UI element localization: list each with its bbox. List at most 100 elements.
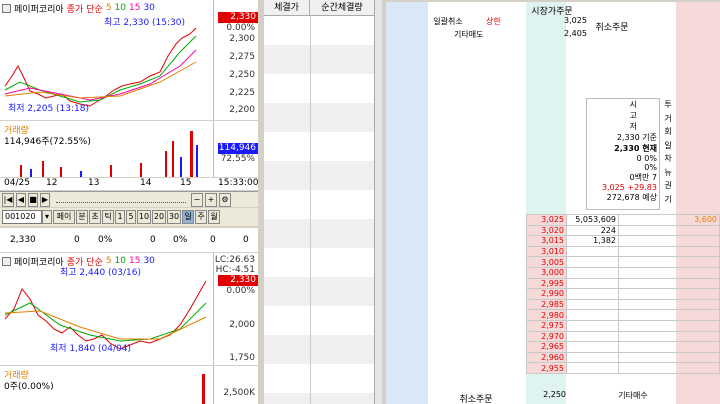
orderbook-panel: 시장가주문 일괄취소 상한 3,025 기타매도 2,405 취소주문 시 고 … bbox=[386, 2, 720, 404]
top-time-axis: 04/25 12 13 14 15 15:33:00 bbox=[0, 178, 258, 190]
top-chart-panel: 페이퍼코리아 종가 단순 5 10 15 30 최고 2,330 (15:30)… bbox=[0, 0, 258, 120]
side-tab[interactable]: 일 bbox=[662, 139, 674, 153]
trades-scrollbar[interactable] bbox=[374, 0, 382, 404]
ask-row[interactable]: 3,025 5,053,609 3,600 bbox=[526, 214, 720, 226]
side-tab[interactable]: 거 bbox=[662, 112, 674, 126]
ask-extra bbox=[618, 341, 720, 353]
stock-name: 페이퍼코리아 bbox=[14, 4, 64, 15]
period-button[interactable]: 페이 bbox=[53, 210, 75, 224]
ask-qty: 224 bbox=[566, 224, 619, 237]
ask-extra bbox=[618, 245, 720, 258]
other-buy-button[interactable]: 기타매수 bbox=[608, 390, 658, 401]
chart-menu-icon[interactable] bbox=[2, 3, 11, 13]
stock-name: 페이퍼코리아 bbox=[14, 257, 64, 268]
ask-price: 2,995 bbox=[526, 277, 567, 290]
period-button[interactable]: 주 bbox=[195, 210, 207, 224]
ask-qty bbox=[566, 319, 619, 332]
other-sell-button[interactable]: 기타매도 bbox=[454, 29, 483, 40]
period-button[interactable]: 초 bbox=[89, 210, 101, 224]
time-label: 15 bbox=[180, 178, 192, 188]
ask-row[interactable]: 2,960 bbox=[526, 351, 720, 364]
top-price-axis: 2,330 0.00% 2,300 2,275 2,250 2,225 2,20… bbox=[213, 0, 258, 120]
prev-icon[interactable]: ◀ bbox=[16, 192, 26, 207]
next-icon[interactable]: ▶ bbox=[40, 192, 50, 207]
zoom-in-icon[interactable]: + bbox=[205, 192, 217, 207]
side-tab[interactable]: 차 bbox=[662, 152, 674, 166]
time-label: 04/25 bbox=[4, 178, 30, 188]
period-button[interactable]: 30 bbox=[167, 210, 181, 224]
period-button[interactable]: 1 bbox=[115, 210, 125, 224]
zoom-out-icon[interactable]: − bbox=[191, 192, 203, 207]
top-volume-badge: 114,946 bbox=[218, 143, 258, 154]
ask-row[interactable]: 3,005 bbox=[526, 256, 720, 268]
stock-code-input[interactable]: 001020 bbox=[2, 210, 42, 224]
ask-qty bbox=[566, 266, 619, 279]
top-volume-axis: 114,946 72.55% bbox=[213, 121, 258, 177]
time-label: 14 bbox=[140, 178, 152, 188]
period-button-active[interactable]: 일 bbox=[182, 210, 194, 224]
ask-qty bbox=[566, 245, 619, 258]
ask-price: 3,025 bbox=[526, 214, 567, 226]
period-button[interactable]: 분 bbox=[76, 210, 88, 224]
ask-qty bbox=[566, 298, 619, 311]
cancel-order-button[interactable]: 취소주문 bbox=[582, 20, 642, 33]
ask-row[interactable]: 2,985 bbox=[526, 298, 720, 311]
ask-price: 2,970 bbox=[526, 330, 567, 343]
ask-price: 3,015 bbox=[526, 235, 567, 247]
side-tab[interactable]: 권 bbox=[662, 179, 674, 193]
ask-price: 2,965 bbox=[526, 341, 567, 353]
info-label: 저 bbox=[629, 122, 637, 131]
ask-row[interactable]: 2,955 bbox=[526, 362, 720, 374]
ask-price: 3,020 bbox=[526, 224, 567, 237]
top-pct-badge: 0.00% bbox=[226, 23, 255, 33]
ticker-value: 0 bbox=[243, 235, 249, 245]
first-icon[interactable]: |◀ bbox=[2, 192, 14, 207]
ask-row[interactable]: 2,965 bbox=[526, 341, 720, 353]
period-button[interactable]: 10 bbox=[137, 210, 151, 224]
period-button[interactable]: 20 bbox=[152, 210, 166, 224]
ask-row[interactable]: 2,975 bbox=[526, 319, 720, 332]
ask-row[interactable]: 2,970 bbox=[526, 330, 720, 343]
side-tab[interactable]: 회 bbox=[662, 125, 674, 139]
ticker-value: 0% bbox=[173, 235, 188, 245]
ask-row[interactable]: 3,000 bbox=[526, 266, 720, 279]
period-button[interactable]: 틱 bbox=[102, 210, 114, 224]
trades-list bbox=[264, 16, 374, 404]
info-row: 2,330 기준 bbox=[616, 133, 657, 142]
side-tab[interactable]: 뉴 bbox=[662, 166, 674, 180]
legend-ma5: 5 bbox=[105, 3, 112, 13]
ask-extra bbox=[618, 277, 720, 290]
ask-extra bbox=[618, 256, 720, 268]
ticker-change: 0 bbox=[74, 235, 80, 245]
ask-extra bbox=[618, 362, 720, 374]
ask-row[interactable]: 3,010 bbox=[526, 245, 720, 258]
ask-row[interactable]: 3,015 1,382 bbox=[526, 235, 720, 247]
chart-scroll-toolbar: |◀ ◀ ■ ▶ − + ⚙ bbox=[0, 191, 258, 207]
bottom-volume-tick: 2,500K bbox=[223, 388, 255, 398]
search-icon[interactable]: ▾ bbox=[42, 210, 52, 224]
trades-price-header: 체결가 bbox=[264, 0, 310, 15]
ask-row[interactable]: 2,990 bbox=[526, 288, 720, 300]
bottom-cancel-button[interactable]: 취소주문 bbox=[446, 392, 506, 404]
orderbook-ask-column bbox=[386, 2, 428, 404]
ask-price: 2,980 bbox=[526, 309, 567, 321]
info-row: 2,330 현재 bbox=[614, 144, 657, 153]
chart-menu-icon[interactable] bbox=[2, 256, 11, 266]
info-row: 0% bbox=[644, 163, 657, 172]
ask-row[interactable]: 2,995 bbox=[526, 277, 720, 290]
period-button[interactable]: 월 bbox=[208, 210, 220, 224]
stop-icon[interactable]: ■ bbox=[28, 192, 38, 207]
bottom-tick: 2,000 bbox=[229, 320, 255, 330]
ask-row[interactable]: 3,020 224 bbox=[526, 224, 720, 237]
settings-icon[interactable]: ⚙ bbox=[219, 192, 231, 207]
ask-row[interactable]: 2,980 bbox=[526, 309, 720, 321]
period-button[interactable]: 5 bbox=[126, 210, 136, 224]
zoom-slider[interactable] bbox=[56, 197, 186, 203]
bulk-cancel-button[interactable]: 일괄취소 bbox=[428, 16, 468, 27]
ask-extra bbox=[618, 288, 720, 300]
info-label: 고 bbox=[629, 111, 637, 120]
bottom-price-axis: LC:26.63 HC:-4.51 2,330 0.00% 2,000 1,75… bbox=[213, 253, 258, 365]
side-tab[interactable]: 기 bbox=[662, 193, 674, 207]
side-tab[interactable]: 투 bbox=[662, 98, 674, 112]
upper-limit-label: 상한 bbox=[486, 17, 501, 26]
